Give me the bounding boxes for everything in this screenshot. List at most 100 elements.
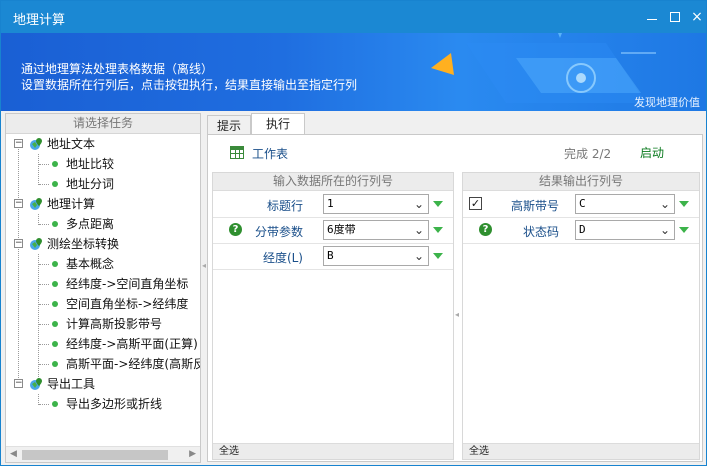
output-label: 高斯带号 — [510, 199, 559, 213]
green-dot-icon — [52, 181, 58, 187]
select-all-bar[interactable]: 全选 — [463, 443, 699, 459]
tree-item-multi-distance[interactable]: 多点距离 — [6, 214, 200, 234]
row-divider — [213, 217, 453, 218]
panel-splitter-icon[interactable]: ◂ — [202, 261, 206, 270]
fill-down-icon[interactable] — [433, 253, 443, 259]
tree-item-label: 经纬度->空间直角坐标 — [66, 277, 189, 291]
select-value: C — [579, 197, 586, 210]
collapse-icon[interactable]: − — [14, 139, 23, 148]
tree-group-survey-transform[interactable]: − 测绘坐标转换 — [6, 234, 200, 254]
input-panel-header: 输入数据所在的行列号 — [213, 173, 453, 191]
fill-down-icon[interactable] — [679, 227, 689, 233]
scroll-left-icon[interactable]: ◀ — [10, 449, 17, 459]
output-panel-header: 结果输出行列号 — [463, 173, 699, 191]
tree-connector — [39, 284, 49, 285]
green-dot-icon — [52, 401, 58, 407]
select-value: B — [327, 249, 334, 262]
longitude-select[interactable]: B ⌄ — [323, 246, 429, 266]
tree-item-label: 高斯平面->经纬度(高斯反 — [66, 357, 200, 371]
tree-item-gauss-to-latlon[interactable]: 高斯平面->经纬度(高斯反 — [6, 354, 200, 374]
scroll-right-icon[interactable]: ▶ — [189, 449, 196, 459]
green-dot-icon — [52, 161, 58, 167]
select-value: 1 — [327, 197, 334, 210]
collapse-icon[interactable]: − — [14, 199, 23, 208]
maximize-icon — [670, 12, 680, 22]
close-icon: × — [691, 9, 703, 25]
question-circle-icon[interactable]: ? — [479, 223, 492, 236]
start-button[interactable]: 启动 — [640, 144, 664, 161]
select-value: D — [579, 223, 586, 236]
close-button[interactable]: × — [687, 7, 707, 27]
fill-down-icon[interactable] — [433, 201, 443, 207]
gauss-zone-checkbox[interactable]: ✓ — [469, 197, 482, 210]
tree-item-address-compare[interactable]: 地址比较 — [6, 154, 200, 174]
select-value: 6度带 — [327, 223, 356, 236]
tree-group-label: 测绘坐标转换 — [47, 237, 120, 251]
tree-item-label: 地址分词 — [66, 177, 115, 191]
tree-item-latlon-to-gauss[interactable]: 经纬度->高斯平面(正算) — [6, 334, 200, 354]
horizontal-scrollbar[interactable]: ◀ ▶ — [6, 446, 200, 462]
tree-connector — [39, 404, 49, 405]
task-panel: 请选择任务 − 地址文本 地址比较 地址分词 − 地理计算 多点距离 − 测绘坐… — [5, 113, 201, 463]
fill-down-icon[interactable] — [433, 227, 443, 233]
question-circle-icon[interactable]: ? — [229, 223, 242, 236]
banner-decoration-icon — [431, 33, 656, 103]
green-dot-icon — [52, 221, 58, 227]
tree-item-gauss-zone[interactable]: 计算高斯投影带号 — [6, 314, 200, 334]
worksheet-button[interactable]: 工作表 — [226, 141, 306, 163]
window-title: 地理计算 — [13, 13, 66, 28]
tree-group-geo-calc[interactable]: − 地理计算 — [6, 194, 200, 214]
zone-param-select[interactable]: 6度带 ⌄ — [323, 220, 429, 240]
input-label: 分带参数 — [254, 225, 303, 239]
input-panel: 输入数据所在的行列号 标题行 1 ⌄ ? 分带参数 6度带 ⌄ 经度(L) B … — [212, 172, 454, 460]
tree-item-latlon-to-xyz[interactable]: 经纬度->空间直角坐标 — [6, 274, 200, 294]
output-panel: 结果输出行列号 ✓ 高斯带号 C ⌄ ? 状态码 D ⌄ 全选 — [462, 172, 700, 460]
globe-pin-icon — [30, 138, 42, 150]
globe-pin-icon — [30, 378, 42, 390]
tab-hint[interactable]: 提示 — [207, 115, 251, 134]
tree-connector — [39, 344, 49, 345]
tree-group-label: 地理计算 — [47, 197, 96, 211]
tree-item-label: 经纬度->高斯平面(正算) — [66, 337, 198, 351]
panel-splitter-icon[interactable]: ◂ — [455, 310, 459, 319]
tree-item-label: 空间直角坐标->经纬度 — [66, 297, 189, 311]
progress-status: 完成 2/2 — [564, 147, 612, 161]
toolbar: 工作表 完成 2/2 启动 — [208, 135, 702, 169]
banner-description-2: 设置数据所在行列后，点击按钮执行，结果直接输出至指定行列 — [21, 78, 358, 92]
output-row-status-code: ? 状态码 D ⌄ — [463, 219, 699, 241]
tree-connector — [39, 364, 49, 365]
tree-connector — [39, 224, 49, 225]
green-dot-icon — [52, 341, 58, 347]
row-divider — [463, 217, 699, 218]
tab-execute[interactable]: 执行 — [251, 113, 305, 134]
status-code-select[interactable]: D ⌄ — [575, 220, 675, 240]
collapse-icon[interactable]: − — [14, 239, 23, 248]
fill-down-icon[interactable] — [679, 201, 689, 207]
tree-group-label: 地址文本 — [47, 137, 96, 151]
select-all-bar[interactable]: 全选 — [213, 443, 453, 459]
tree-item-export-polygon[interactable]: 导出多边形或折线 — [6, 394, 200, 414]
tree-item-address-segment[interactable]: 地址分词 — [6, 174, 200, 194]
tree-connector — [39, 184, 49, 185]
tree-item-xyz-to-latlon[interactable]: 空间直角坐标->经纬度 — [6, 294, 200, 314]
input-row-longitude: 经度(L) B ⌄ — [213, 245, 453, 267]
green-dot-icon — [52, 281, 58, 287]
task-tree[interactable]: − 地址文本 地址比较 地址分词 − 地理计算 多点距离 − 测绘坐标转换 基本… — [6, 134, 200, 446]
minimize-button[interactable] — [642, 7, 662, 27]
maximize-button[interactable] — [665, 7, 685, 27]
scrollbar-thumb[interactable] — [22, 450, 168, 460]
row-divider — [213, 269, 453, 270]
chevron-down-icon: ⌄ — [413, 223, 424, 237]
title-bar: 地理计算 × — [1, 1, 706, 33]
brand-slogan: 发现地理价值 — [634, 96, 700, 109]
tree-item-label: 基本概念 — [66, 257, 115, 271]
tree-group-export-tools[interactable]: − 导出工具 — [6, 374, 200, 394]
tree-group-address-text[interactable]: − 地址文本 — [6, 134, 200, 154]
collapse-icon[interactable]: − — [14, 379, 23, 388]
green-dot-icon — [52, 301, 58, 307]
input-label: 标题行 — [266, 199, 303, 213]
gauss-zone-select[interactable]: C ⌄ — [575, 194, 675, 214]
tree-item-label: 导出多边形或折线 — [66, 397, 163, 411]
tree-item-basic-concepts[interactable]: 基本概念 — [6, 254, 200, 274]
title-row-select[interactable]: 1 ⌄ — [323, 194, 429, 214]
